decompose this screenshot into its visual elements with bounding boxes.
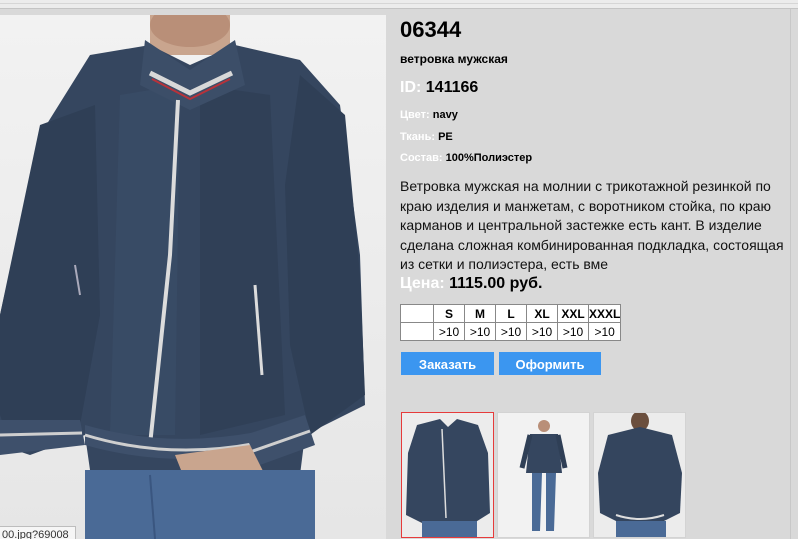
jacket-front-thumb-icon bbox=[402, 413, 493, 537]
page-border bbox=[790, 9, 791, 539]
price-label: Цена: bbox=[400, 275, 445, 292]
id-value: 141166 bbox=[425, 79, 479, 96]
size-header-cell: XXXL bbox=[587, 304, 622, 323]
product-article: 06344 bbox=[400, 17, 462, 42]
jacket-back-thumb-icon bbox=[594, 413, 685, 537]
size-header-cell: XXL bbox=[557, 304, 589, 323]
thumbnail-front[interactable] bbox=[401, 412, 494, 538]
size-stock-cell[interactable]: >10 bbox=[557, 322, 589, 341]
color-value: navy bbox=[432, 109, 458, 121]
fabric-attribute: Ткань: PE bbox=[400, 131, 453, 143]
fabric-label: Ткань: bbox=[400, 131, 435, 143]
size-stock-cell[interactable]: >10 bbox=[587, 322, 622, 341]
fabric-value: PE bbox=[438, 131, 453, 143]
browser-top-strip bbox=[0, 0, 798, 9]
order-button[interactable]: Заказать bbox=[401, 352, 494, 375]
url-tooltip: 00.jpg?69008 bbox=[0, 526, 76, 539]
size-stock-cell[interactable]: >10 bbox=[526, 322, 558, 341]
product-description: Ветровка мужская на молнии с трикотажной… bbox=[400, 178, 784, 272]
composition-attribute: Состав: 100%Полиэстер bbox=[400, 152, 532, 164]
size-header-cell: S bbox=[433, 304, 465, 323]
size-header-cell: XL bbox=[526, 304, 558, 323]
size-stock-label-cell bbox=[400, 322, 434, 341]
product-price: Цена: 1115.00 руб. bbox=[400, 275, 542, 293]
price-value: 1115.00 руб. bbox=[449, 275, 543, 292]
size-header-cell: L bbox=[495, 304, 527, 323]
size-stock-row: >10 >10 >10 >10 >10 >10 bbox=[400, 322, 622, 341]
size-stock-cell[interactable]: >10 bbox=[495, 322, 527, 341]
jacket-front-photo-icon bbox=[0, 15, 365, 539]
main-product-image[interactable]: 00.jpg?69008 bbox=[0, 15, 386, 539]
color-label: Цвет: bbox=[400, 109, 430, 121]
color-attribute: Цвет: navy bbox=[400, 109, 458, 121]
size-corner-cell bbox=[400, 304, 434, 323]
product-name: ветровка мужская bbox=[400, 52, 508, 66]
composition-value: 100%Полиэстер bbox=[445, 152, 533, 164]
thumbnail-back[interactable] bbox=[593, 412, 686, 538]
composition-label: Состав: bbox=[400, 152, 443, 164]
size-header-cell: M bbox=[464, 304, 496, 323]
checkout-button[interactable]: Оформить bbox=[499, 352, 601, 375]
size-stock-cell[interactable]: >10 bbox=[464, 322, 496, 341]
size-stock-cell[interactable]: >10 bbox=[433, 322, 465, 341]
size-table: S M L XL XXL XXXL >10 >10 >10 >10 >10 >1… bbox=[400, 304, 622, 341]
jacket-full-body-thumb-icon bbox=[498, 413, 589, 537]
product-id: ID: 141166 bbox=[400, 79, 478, 97]
thumbnail-full-body[interactable] bbox=[497, 412, 590, 538]
size-header-row: S M L XL XXL XXXL bbox=[400, 304, 622, 323]
id-label: ID: bbox=[400, 79, 422, 96]
